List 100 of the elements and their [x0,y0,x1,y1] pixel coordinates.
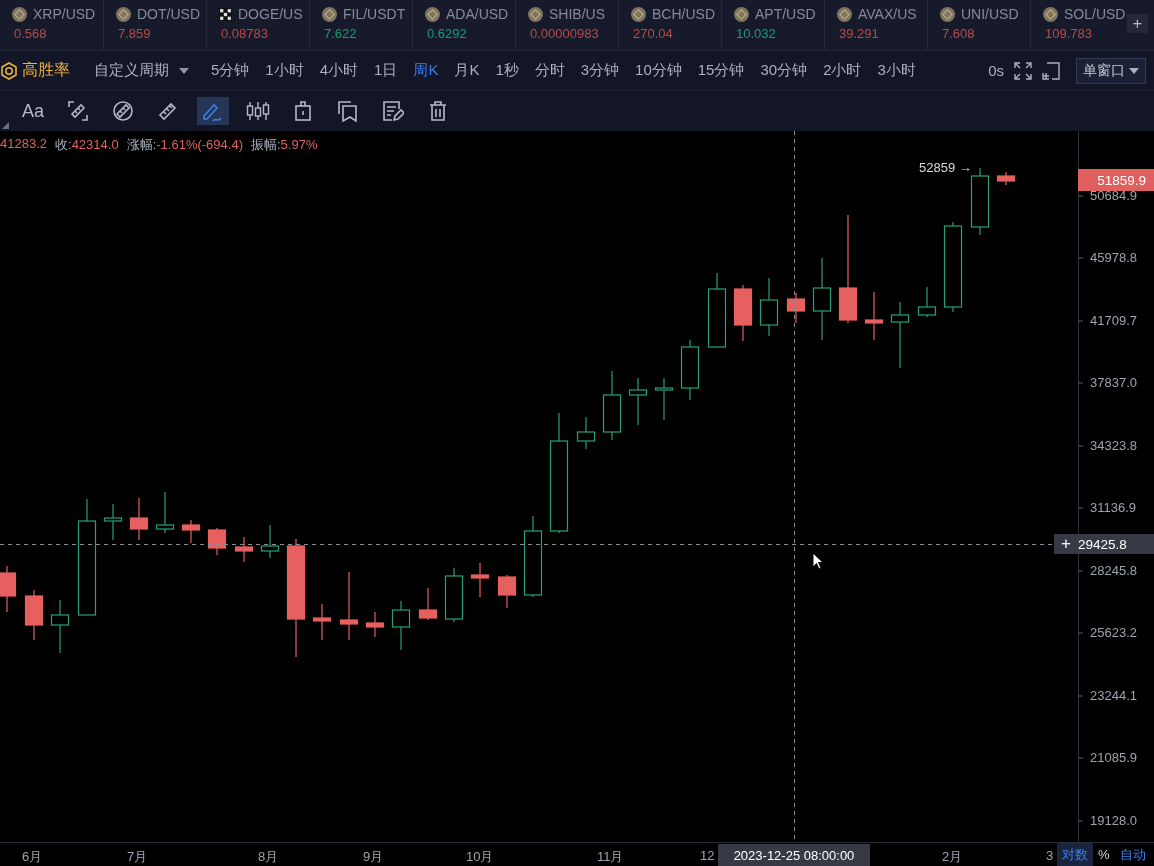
coin-icon [940,6,955,22]
interval-tab[interactable]: 周K [405,61,447,80]
candlestick [917,286,937,318]
text-tool-button[interactable]: Aa [17,97,49,125]
coin-icon [322,6,337,22]
ticker-symbol[interactable]: ADA/USD [446,6,509,22]
price-axis-label: 31136.9 [1090,500,1137,515]
ticker-symbol[interactable]: SHIB/US [549,6,605,22]
interval-tab[interactable]: 1小时 [257,61,312,80]
candlestick [786,292,806,324]
ticker-price: 7.859 [117,26,152,41]
scale-option[interactable]: 对数 [1057,843,1093,866]
ticker-symbol[interactable]: AVAX/US [858,6,917,22]
add-window-icon[interactable] [1042,61,1060,80]
candlestick [680,339,700,401]
checker-icon [219,7,232,21]
candlestick [391,600,411,651]
last-price-tag: 51859.9 [1078,169,1154,191]
price-axis-label: 21085.9 [1090,750,1137,765]
ticker-symbol[interactable]: SOL/USD [1064,6,1126,22]
scale-option[interactable]: % [1093,843,1115,866]
interval-tab[interactable]: 分时 [526,61,573,80]
info-label: 振幅: [250,137,281,152]
coin-icon [425,6,440,22]
ticker-price: 7.608 [941,26,976,41]
candlestick [50,599,70,654]
ticker-symbol[interactable]: FIL/USDT [343,6,406,22]
candlestick [576,416,596,450]
price-axis-label: 25623.2 [1090,625,1137,640]
ruler-icon [157,100,179,122]
strategy-label[interactable]: 高胜率 [22,60,70,81]
add-button[interactable]: + [1127,14,1148,33]
interval-tab[interactable]: 2小时 [815,61,870,80]
candlestick [733,284,753,342]
candlestick [444,567,464,623]
crosshair-time-tag: 2023-12-25 08:00:00 [718,844,870,866]
caret-icon [179,67,189,74]
interval-tab[interactable]: 30分钟 [752,61,816,80]
interval-tab[interactable]: 10分钟 [627,61,690,80]
interval-tab[interactable]: 月K [446,61,488,80]
interval-tab[interactable]: 3小时 [869,61,924,80]
ticker-symbol[interactable]: DOGE/US [238,6,303,22]
interval-tab[interactable]: 1秒 [487,61,527,80]
countdown: 0s [988,62,1004,79]
candlestick [654,377,674,421]
caret-icon [1129,67,1139,74]
ticker-symbol[interactable]: BCH/USD [652,6,715,22]
candlestick [339,571,359,641]
candlestick [890,301,910,369]
time-axis-label: 10月 [466,848,494,866]
interval-tab[interactable]: 15分钟 [689,61,753,80]
candles-icon [246,100,270,122]
time-axis-label: 12 [700,848,715,863]
coin-icon [837,6,852,22]
price-axis-label: 37837.0 [1090,375,1137,390]
candlestick [312,603,332,641]
candlestick [155,491,175,534]
ticker-price: 0.00000983 [529,26,600,41]
ruler-circle-icon [112,100,134,122]
interval-tab[interactable]: 3分钟 [572,61,628,80]
time-axis-label: 3 [1046,848,1054,863]
ticker-price: 109.783 [1044,26,1093,41]
ticker-symbol[interactable]: APT/USD [755,6,816,22]
window-mode-dropdown[interactable]: 单窗口 [1076,57,1146,84]
price-axis-label: 45978.8 [1090,250,1137,265]
fullscreen-icon[interactable] [1014,61,1032,80]
ruler-bracket-icon [67,100,89,122]
info-value: -1.61%(-694.4) [156,137,243,152]
candlestick [103,503,123,541]
time-axis-label: 6月 [22,848,43,866]
ticker-symbol[interactable]: DOT/USD [137,6,200,22]
custom-period-dropdown[interactable]: 自定义周期 [94,61,189,80]
time-axis-label: 11月 [597,848,624,866]
candlestick [207,527,227,556]
coin-icon [631,6,646,22]
interval-tab[interactable]: 1日 [366,61,406,80]
ticker-price: 0.6292 [426,26,468,41]
candlestick [0,565,17,613]
lock-icon [294,100,312,122]
price-axis-label: 28245.8 [1090,563,1137,578]
trash-icon [428,100,448,122]
candlestick [181,519,201,544]
interval-tab[interactable]: 4小时 [311,61,367,80]
candlestick [628,377,648,426]
add-alert-button[interactable]: + [1054,534,1078,554]
price-axis-label: 34323.8 [1090,438,1137,453]
interval-tab[interactable]: 5分钟 [203,61,258,80]
candlestick [497,574,517,609]
candlestick [970,167,990,236]
price-axis-label: 19128.0 [1090,813,1137,828]
ticker-symbol[interactable]: XRP/USD [33,6,96,22]
candlestick [864,291,884,341]
time-axis-label: 9月 [363,848,384,866]
candlestick [470,562,490,598]
candlestick [234,536,254,563]
time-axis-label: 7月 [127,848,148,866]
scale-option[interactable]: 自动 [1114,843,1151,866]
info-label: 涨幅: [126,137,157,152]
ticker-symbol[interactable]: UNI/USD [961,6,1019,22]
target-icon [0,61,18,80]
